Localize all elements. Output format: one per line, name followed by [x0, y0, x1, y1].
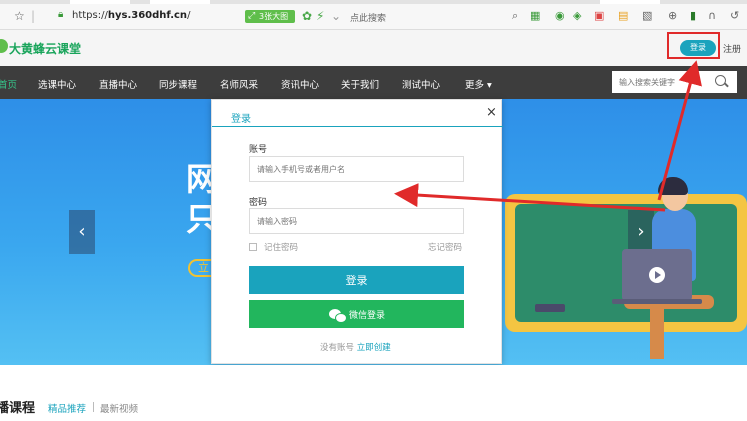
gear-icon[interactable]: ✿ — [302, 10, 312, 22]
main-nav: 首页 选课中心 直播中心 同步课程 名师风采 资讯中心 关于我们 测试中心 更多… — [0, 66, 747, 99]
carousel-prev-icon[interactable]: ‹ — [69, 210, 95, 254]
site-header: 大黄蜂云课堂 登录 注册 — [0, 30, 747, 66]
tab-featured[interactable]: 精品推荐 — [48, 401, 86, 415]
no-account-text: 没有账号 立即创建 — [320, 343, 391, 353]
close-icon[interactable]: × — [486, 106, 497, 119]
translate-icon[interactable]: ▣ — [594, 9, 604, 22]
play-icon — [649, 267, 665, 283]
section-title: 播课程 — [0, 401, 36, 416]
submit-login-button[interactable]: 登录 — [249, 266, 464, 294]
login-modal: 登录 × 账号 密码 记住密码 忘记密码 登录 微信登录 没有账号 立即创建 — [211, 99, 503, 364]
chevron-down-icon[interactable]: ⌄ — [331, 10, 341, 22]
course-section: 播课程 精品推荐 最新视频 — [0, 365, 747, 421]
clipboard-icon[interactable]: ▮ — [690, 9, 696, 22]
star-icon[interactable]: ☆ — [14, 10, 25, 22]
nav-item-tests[interactable]: 测试中心 — [402, 77, 440, 91]
remember-password[interactable]: 记住密码 — [249, 241, 298, 253]
headphone-icon[interactable]: ∩ — [708, 9, 716, 22]
nav-item-sync[interactable]: 同步课程 — [159, 77, 197, 91]
nav-item-more[interactable]: 更多 ▾ — [465, 77, 492, 91]
search-icon[interactable]: ⌕ — [512, 9, 518, 23]
nav-item-teachers[interactable]: 名师风采 — [220, 77, 258, 91]
tab-latest[interactable]: 最新视频 — [100, 401, 138, 415]
nav-item-courses[interactable]: 选课中心 — [38, 77, 76, 91]
search-input[interactable] — [612, 71, 712, 93]
tab-divider — [93, 402, 94, 412]
lightning-icon[interactable]: ⚡ — [316, 10, 324, 22]
modal-title: 登录 — [231, 114, 251, 125]
password-field[interactable] — [249, 208, 464, 234]
create-account-link[interactable]: 立即创建 — [357, 343, 391, 353]
nav-item-live[interactable]: 直播中心 — [99, 77, 137, 91]
nav-item-about[interactable]: 关于我们 — [341, 77, 379, 91]
site-name[interactable]: 大黄蜂云课堂 — [9, 40, 81, 57]
zoom-icon[interactable]: ⊕ — [668, 9, 677, 22]
toolbar-search[interactable]: 点此搜索 — [350, 11, 386, 24]
note-icon[interactable]: ▤ — [618, 9, 628, 22]
modal-title-underline — [212, 126, 503, 127]
nav-search-box — [612, 71, 737, 93]
logo-icon — [0, 39, 8, 53]
password-label: 密码 — [249, 198, 268, 208]
address-bar[interactable]: 🔒︎ https://hys.360dhf.cn/ — [44, 8, 240, 24]
grid-icon[interactable]: ▦ — [530, 9, 540, 22]
nav-item-news[interactable]: 资讯中心 — [281, 77, 319, 91]
account-label: 账号 — [249, 145, 268, 155]
book-illustration — [535, 304, 565, 312]
nav-item-home[interactable]: 首页 — [0, 77, 17, 91]
undo-icon[interactable]: ↺ — [730, 9, 739, 22]
wechat-icon — [329, 309, 347, 323]
forgot-password-link[interactable]: 忘记密码 — [428, 241, 462, 253]
divider-icon: | — [31, 9, 36, 23]
browser-tabstrip — [0, 0, 747, 4]
remember-checkbox[interactable] — [249, 243, 257, 251]
register-link[interactable]: 注册 — [723, 42, 741, 55]
shield-icon[interactable]: ◈ — [573, 9, 581, 22]
account-field[interactable] — [249, 156, 464, 182]
browser-toolbar: ☆ | 🔒︎ https://hys.360dhf.cn/ 3张大图 ✿ ⚡ ⌄… — [0, 0, 747, 30]
extension-pill[interactable]: 3张大图 — [245, 10, 295, 23]
lock-icon: 🔒︎ — [58, 9, 64, 20]
circle-icon[interactable]: ◉ — [555, 9, 565, 22]
search-icon[interactable] — [715, 75, 726, 86]
url-text[interactable]: https://hys.360dhf.cn/ — [72, 10, 190, 21]
carousel-next-icon[interactable]: › — [628, 210, 654, 254]
wechat-login-button[interactable]: 微信登录 — [249, 300, 464, 328]
image-icon[interactable]: ▧ — [642, 9, 652, 22]
annotation-highlight-box — [667, 32, 720, 59]
